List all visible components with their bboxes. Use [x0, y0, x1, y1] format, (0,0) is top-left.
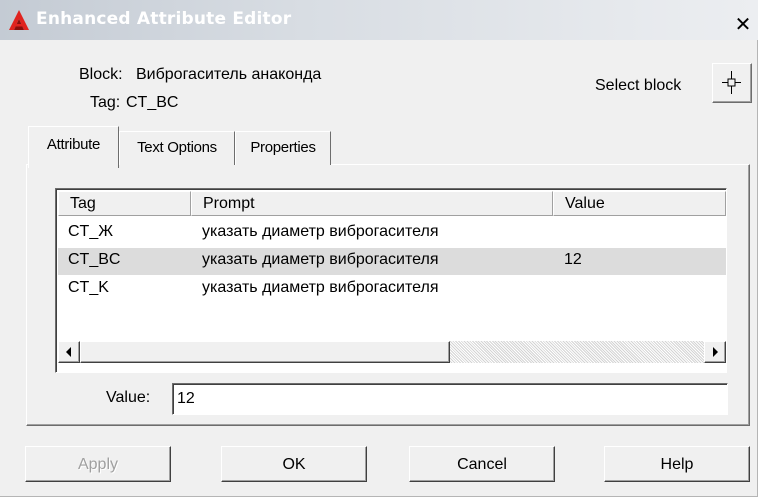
tab-text-options-label: Text Options	[137, 139, 217, 156]
select-block-button[interactable]	[712, 63, 752, 103]
table-row[interactable]: CT_Ж указать диаметр виброгасителя	[58, 220, 726, 247]
tag-label: Tag:	[90, 94, 121, 111]
row-value: 12	[564, 251, 582, 268]
block-name: Виброгаситель анаконда	[136, 66, 322, 83]
crosshair-icon	[722, 71, 741, 94]
close-button[interactable]: ✕	[731, 13, 755, 35]
row-tag: CT_BC	[68, 251, 121, 268]
block-label: Block:	[79, 66, 123, 83]
row-tag: CT_Ж	[68, 223, 113, 240]
scrollbar-track[interactable]	[450, 341, 704, 363]
scrollbar-thumb[interactable]	[80, 341, 450, 363]
column-header-value[interactable]: Value	[553, 191, 726, 216]
row-prompt: указать диаметр виброгасителя	[202, 223, 439, 240]
horizontal-scrollbar[interactable]	[58, 341, 726, 363]
cancel-button-label: Cancel	[457, 456, 507, 473]
tab-properties-label: Properties	[250, 139, 316, 156]
column-header-value-label: Value	[565, 195, 605, 212]
title-bar[interactable]: Enhanced Attribute Editor ✕	[0, 0, 758, 40]
tag-name: CT_BC	[126, 94, 179, 111]
column-header-tag-label: Tag	[70, 195, 96, 212]
ok-button-label: OK	[282, 456, 306, 473]
value-label: Value:	[106, 389, 151, 406]
tab-attribute-label: Attribute	[46, 136, 101, 153]
column-header-tag[interactable]: Tag	[58, 191, 191, 216]
row-prompt: указать диаметр виброгасителя	[202, 279, 439, 296]
triangle-left-icon	[66, 347, 71, 357]
apply-button-label: Apply	[77, 456, 119, 473]
row-tag: CT_K	[68, 279, 109, 296]
ok-button[interactable]: OK	[221, 446, 367, 482]
select-block-label: Select block	[595, 77, 682, 94]
scroll-left-button[interactable]	[58, 341, 80, 363]
tab-properties[interactable]: Properties	[235, 131, 331, 165]
triangle-right-icon	[713, 347, 718, 357]
cancel-button[interactable]: Cancel	[409, 446, 555, 482]
table-row[interactable]: CT_BC указать диаметр виброгасителя 12	[58, 248, 726, 275]
window-title: Enhanced Attribute Editor	[36, 9, 292, 29]
scroll-right-button[interactable]	[704, 341, 726, 363]
tab-text-options[interactable]: Text Options	[119, 131, 235, 165]
close-icon: ✕	[734, 12, 752, 36]
help-button[interactable]: Help	[604, 446, 750, 482]
autocad-a-icon	[9, 10, 29, 30]
enhanced-attribute-editor-dialog: Enhanced Attribute Editor ✕ Block: Вибро…	[0, 0, 758, 497]
help-button-label: Help	[660, 456, 694, 473]
column-header-prompt[interactable]: Prompt	[191, 191, 553, 216]
apply-button[interactable]: Apply	[25, 446, 171, 482]
tab-attribute[interactable]: Attribute	[28, 126, 119, 168]
attribute-list[interactable]: Tag Prompt Value CT_Ж указать диаметр ви…	[55, 188, 727, 373]
row-prompt: указать диаметр виброгасителя	[202, 251, 439, 268]
value-input[interactable]	[172, 383, 728, 415]
column-header-prompt-label: Prompt	[203, 195, 255, 212]
list-header: Tag Prompt Value	[58, 191, 726, 216]
table-row[interactable]: CT_K указать диаметр виброгасителя	[58, 276, 726, 303]
